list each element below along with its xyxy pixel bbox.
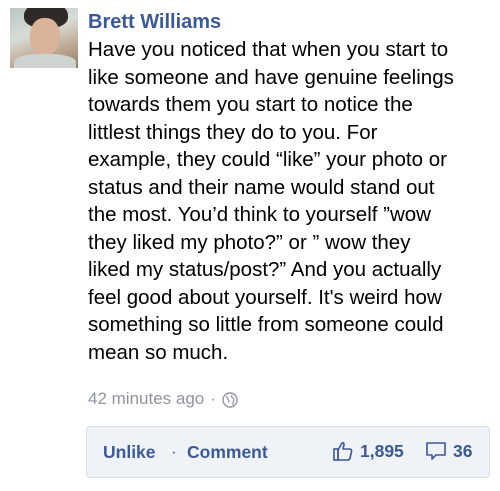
meta-separator: ·: [210, 389, 216, 408]
comment-button[interactable]: Comment: [187, 441, 268, 463]
post-message: Have you noticed that when you start to …: [88, 38, 454, 364]
timestamp[interactable]: 42 minutes ago: [88, 387, 204, 411]
likes-count-button[interactable]: 1,895: [332, 440, 404, 462]
speech-bubble-icon: [425, 440, 447, 462]
avatar-face: [30, 18, 60, 56]
comment-count: 36: [453, 441, 473, 461]
comments-count-button[interactable]: 36: [425, 440, 472, 462]
unlike-button[interactable]: Unlike: [103, 441, 156, 463]
avatar-shirt: [14, 54, 76, 68]
action-separator: ·: [171, 442, 177, 461]
thumbs-up-icon: [332, 440, 354, 462]
author-name[interactable]: Brett Williams: [88, 8, 221, 36]
avatar[interactable]: [10, 8, 78, 68]
like-count: 1,895: [360, 441, 404, 461]
action-bar: Unlike · Comment 1,895 36: [86, 426, 490, 478]
globe-icon[interactable]: [222, 391, 238, 408]
post-meta: 42 minutes ago ·: [88, 387, 238, 411]
facebook-post: Brett Williams Have you noticed that whe…: [0, 0, 500, 491]
